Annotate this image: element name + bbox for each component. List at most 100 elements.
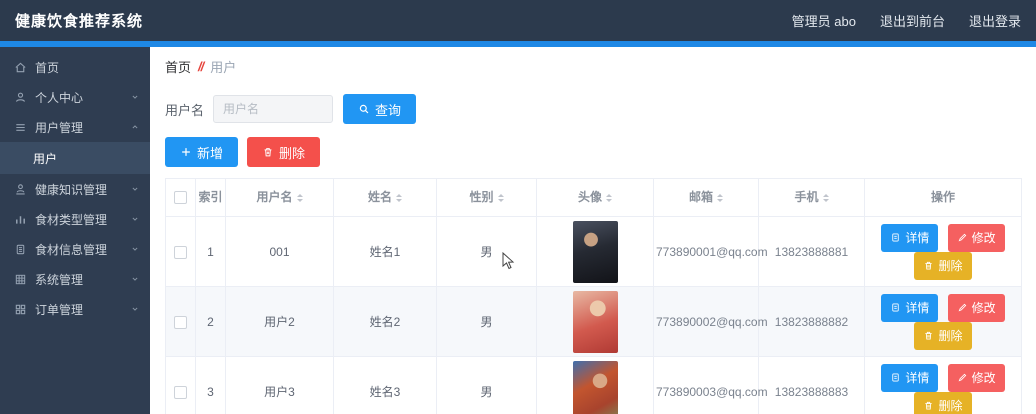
header-avatar[interactable]: 头像 (536, 178, 654, 217)
header-phone[interactable]: 手机 (758, 178, 865, 217)
sidebar-item-label: 订单管理 (35, 302, 84, 317)
breadcrumb-separator: // (198, 59, 204, 74)
breadcrumb-home[interactable]: 首页 (165, 57, 191, 76)
edit-button[interactable]: 修改 (947, 363, 1005, 392)
trash-icon (264, 148, 272, 157)
header-label: 姓名 (367, 189, 392, 204)
cell-username: 001 (225, 216, 334, 287)
cell-phone: 13823888883 (758, 356, 865, 414)
header-name[interactable]: 姓名 (333, 178, 437, 217)
sort-carets-icon[interactable] (822, 191, 829, 205)
pen-icon (958, 373, 966, 382)
cell-gender: 男 (436, 216, 537, 287)
sidebar-item-home[interactable]: 首页 (0, 52, 150, 82)
chevron-up-icon (130, 122, 140, 132)
header-label: 用户名 (256, 189, 293, 204)
cell-phone: 13823888882 (758, 286, 865, 357)
header-username[interactable]: 用户名 (225, 178, 334, 217)
sidebar-item-profile[interactable]: 个人中心 (0, 82, 150, 112)
chevron-down-icon (130, 214, 140, 224)
sort-carets-icon[interactable] (296, 191, 303, 205)
query-button[interactable]: 查询 (343, 94, 417, 124)
detail-button[interactable]: 详情 (881, 223, 939, 252)
person-icon (14, 91, 27, 104)
sidebar-item-health-knowledge[interactable]: 健康知识管理 (0, 174, 150, 204)
sidebar-item-label: 用户管理 (35, 120, 84, 135)
sidebar-item-system[interactable]: 系统管理 (0, 264, 150, 294)
table-row: 2 用户2 姓名2 男 773890002@qq.com 13823888882… (165, 286, 1022, 357)
sidebar-item-label: 系统管理 (35, 272, 84, 287)
detail-button-label: 详情 (905, 301, 930, 315)
query-button-label: 查询 (375, 102, 402, 118)
detail-button[interactable]: 详情 (881, 293, 939, 322)
avatar-image (572, 220, 618, 283)
header-gender[interactable]: 性别 (436, 178, 537, 217)
plus-icon (182, 148, 190, 156)
admin-menu[interactable]: 管理员 abo (792, 11, 856, 30)
sort-carets-icon[interactable] (606, 191, 612, 205)
sidebar-item-ingredient-info[interactable]: 食材信息管理 (0, 234, 150, 264)
row-delete-button-label: 删除 (938, 259, 963, 273)
sidebar-subitem-user[interactable]: 用户 (0, 142, 150, 174)
username-input[interactable] (213, 95, 334, 123)
row-delete-button[interactable]: 删除 (914, 251, 972, 280)
sidebar-item-orders[interactable]: 订单管理 (0, 294, 150, 324)
trash-icon (925, 401, 933, 410)
users-table: 索引 用户名 姓名 性别 头像 邮箱 手机 操作 1 001 姓名1 男 773… (165, 178, 1022, 414)
header-label: 头像 (577, 189, 602, 204)
edit-button-label: 修改 (971, 371, 996, 385)
exit-front-link[interactable]: 退出到前台 (880, 11, 945, 30)
toolbar: 新增 删除 (150, 130, 1036, 178)
sidebar-item-user-management[interactable]: 用户管理 (0, 112, 150, 142)
row-checkbox[interactable] (174, 385, 187, 399)
header-index: 索引 (195, 178, 226, 217)
add-button[interactable]: 新增 (165, 137, 239, 167)
cell-index: 1 (195, 216, 226, 287)
checkbox-cell (165, 356, 196, 414)
add-button-label: 新增 (197, 145, 224, 161)
edit-button[interactable]: 修改 (947, 223, 1005, 252)
row-delete-button-label: 删除 (938, 399, 963, 413)
navbar-right: 管理员 abo 退出到前台 退出登录 (792, 11, 1021, 30)
sidebar: 首页 个人中心 用户管理 用户 健康知识管理 食材类型管理 食材信息管理 系统管… (0, 47, 150, 414)
edit-button[interactable]: 修改 (947, 293, 1005, 322)
header-label: 邮箱 (688, 189, 713, 204)
pen-icon (958, 233, 966, 242)
pen-icon (958, 303, 966, 312)
delete-button[interactable]: 删除 (247, 137, 321, 167)
edit-button-label: 修改 (971, 231, 996, 245)
table-row: 3 用户3 姓名3 男 773890003@qq.com 13823888883… (165, 356, 1022, 414)
document-icon (892, 233, 899, 242)
document-icon (892, 303, 899, 312)
edit-button-label: 修改 (971, 301, 996, 315)
sort-carets-icon[interactable] (717, 191, 723, 205)
row-delete-button[interactable]: 删除 (914, 321, 972, 350)
cell-email: 773890003@qq.com (653, 356, 768, 414)
chevron-down-icon (130, 184, 140, 194)
breadcrumb-current: 用户 (210, 60, 237, 75)
cell-operations: 详情 修改 删除 (864, 356, 1022, 414)
sidebar-item-label: 个人中心 (35, 90, 84, 105)
sidebar-item-label: 食材信息管理 (35, 242, 108, 257)
row-checkbox[interactable] (174, 315, 187, 329)
row-delete-button[interactable]: 删除 (914, 391, 972, 414)
grid-table-icon (14, 273, 27, 286)
header-checkbox-cell (165, 178, 196, 217)
header-email[interactable]: 邮箱 (653, 178, 759, 217)
sort-carets-icon[interactable] (497, 191, 504, 205)
clipboard-icon (14, 243, 27, 256)
detail-button[interactable]: 详情 (881, 363, 939, 392)
checkbox-cell (165, 286, 196, 357)
bar-chart-icon (14, 213, 27, 226)
cell-operations: 详情 修改 删除 (864, 216, 1022, 287)
sidebar-item-ingredient-type[interactable]: 食材类型管理 (0, 204, 150, 234)
row-checkbox[interactable] (174, 245, 187, 259)
home-icon (14, 61, 27, 74)
logout-link[interactable]: 退出登录 (969, 11, 1021, 30)
cell-index: 3 (195, 356, 226, 414)
sidebar-item-label: 首页 (35, 60, 60, 75)
sidebar-item-label: 食材类型管理 (35, 212, 108, 227)
trash-icon (925, 331, 933, 340)
sort-carets-icon[interactable] (396, 191, 402, 205)
select-all-checkbox[interactable] (174, 191, 187, 205)
